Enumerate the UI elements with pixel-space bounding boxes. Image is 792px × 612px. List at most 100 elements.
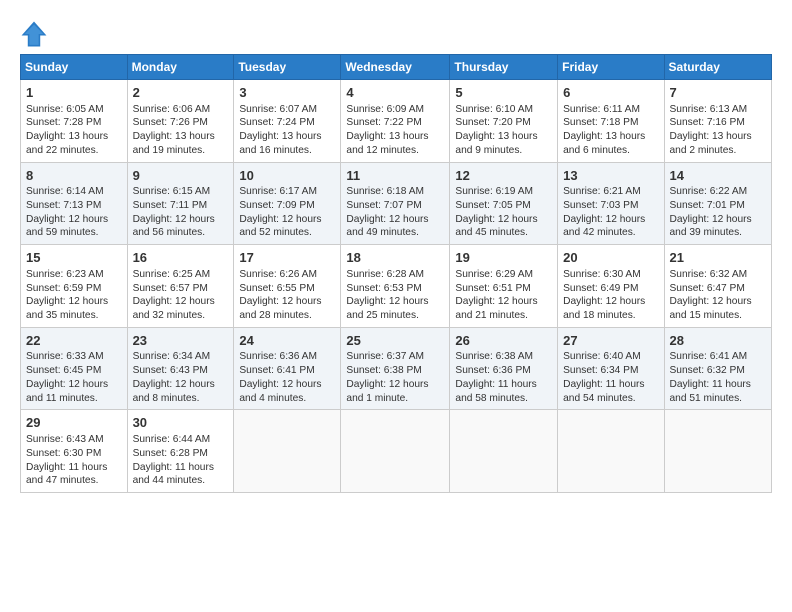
sunset-text: Sunset: 6:47 PM xyxy=(670,283,745,294)
sunset-text: Sunset: 6:49 PM xyxy=(563,283,638,294)
sunrise-text: Sunrise: 6:38 AM xyxy=(455,351,533,362)
day-number: 7 xyxy=(670,84,766,102)
logo-icon xyxy=(20,20,48,48)
daylight-text: Daylight: 13 hours and 12 minutes. xyxy=(346,131,428,156)
daylight-text: Daylight: 12 hours and 59 minutes. xyxy=(26,214,108,239)
day-number: 17 xyxy=(239,249,335,267)
day-number: 30 xyxy=(133,414,229,432)
sunrise-text: Sunrise: 6:22 AM xyxy=(670,186,748,197)
calendar-cell: 26Sunrise: 6:38 AMSunset: 6:36 PMDayligh… xyxy=(450,327,558,410)
page: SundayMondayTuesdayWednesdayThursdayFrid… xyxy=(0,0,792,503)
sunrise-text: Sunrise: 6:10 AM xyxy=(455,104,533,115)
calendar-cell: 4Sunrise: 6:09 AMSunset: 7:22 PMDaylight… xyxy=(341,80,450,163)
calendar-cell xyxy=(558,410,664,493)
day-number: 18 xyxy=(346,249,444,267)
day-header-sunday: Sunday xyxy=(21,55,128,80)
sunset-text: Sunset: 6:53 PM xyxy=(346,283,421,294)
sunset-text: Sunset: 6:36 PM xyxy=(455,365,530,376)
sunset-text: Sunset: 6:28 PM xyxy=(133,448,208,459)
day-number: 23 xyxy=(133,332,229,350)
daylight-text: Daylight: 12 hours and 45 minutes. xyxy=(455,214,537,239)
day-number: 20 xyxy=(563,249,658,267)
daylight-text: Daylight: 13 hours and 22 minutes. xyxy=(26,131,108,156)
sunset-text: Sunset: 7:11 PM xyxy=(133,200,208,211)
sunset-text: Sunset: 6:59 PM xyxy=(26,283,101,294)
daylight-text: Daylight: 13 hours and 2 minutes. xyxy=(670,131,752,156)
daylight-text: Daylight: 12 hours and 49 minutes. xyxy=(346,214,428,239)
sunset-text: Sunset: 7:28 PM xyxy=(26,117,101,128)
calendar-cell: 28Sunrise: 6:41 AMSunset: 6:32 PMDayligh… xyxy=(664,327,771,410)
day-number: 27 xyxy=(563,332,658,350)
sunrise-text: Sunrise: 6:23 AM xyxy=(26,269,104,280)
daylight-text: Daylight: 13 hours and 9 minutes. xyxy=(455,131,537,156)
daylight-text: Daylight: 12 hours and 32 minutes. xyxy=(133,296,215,321)
sunset-text: Sunset: 7:07 PM xyxy=(346,200,421,211)
sunset-text: Sunset: 6:45 PM xyxy=(26,365,101,376)
calendar-cell: 22Sunrise: 6:33 AMSunset: 6:45 PMDayligh… xyxy=(21,327,128,410)
sunset-text: Sunset: 6:34 PM xyxy=(563,365,638,376)
day-number: 3 xyxy=(239,84,335,102)
day-header-thursday: Thursday xyxy=(450,55,558,80)
sunrise-text: Sunrise: 6:29 AM xyxy=(455,269,533,280)
sunset-text: Sunset: 7:05 PM xyxy=(455,200,530,211)
calendar-cell: 5Sunrise: 6:10 AMSunset: 7:20 PMDaylight… xyxy=(450,80,558,163)
sunrise-text: Sunrise: 6:28 AM xyxy=(346,269,424,280)
sunrise-text: Sunrise: 6:18 AM xyxy=(346,186,424,197)
sunrise-text: Sunrise: 6:36 AM xyxy=(239,351,317,362)
sunrise-text: Sunrise: 6:33 AM xyxy=(26,351,104,362)
daylight-text: Daylight: 13 hours and 6 minutes. xyxy=(563,131,645,156)
calendar-cell: 24Sunrise: 6:36 AMSunset: 6:41 PMDayligh… xyxy=(234,327,341,410)
calendar-cell: 8Sunrise: 6:14 AMSunset: 7:13 PMDaylight… xyxy=(21,162,128,245)
daylight-text: Daylight: 12 hours and 15 minutes. xyxy=(670,296,752,321)
sunset-text: Sunset: 7:13 PM xyxy=(26,200,101,211)
sunset-text: Sunset: 7:01 PM xyxy=(670,200,745,211)
calendar-cell: 16Sunrise: 6:25 AMSunset: 6:57 PMDayligh… xyxy=(127,245,234,328)
sunrise-text: Sunrise: 6:21 AM xyxy=(563,186,641,197)
day-number: 26 xyxy=(455,332,552,350)
sunrise-text: Sunrise: 6:15 AM xyxy=(133,186,211,197)
day-number: 2 xyxy=(133,84,229,102)
sunrise-text: Sunrise: 6:37 AM xyxy=(346,351,424,362)
calendar-cell: 25Sunrise: 6:37 AMSunset: 6:38 PMDayligh… xyxy=(341,327,450,410)
sunrise-text: Sunrise: 6:44 AM xyxy=(133,434,211,445)
logo xyxy=(20,20,52,48)
calendar-cell: 6Sunrise: 6:11 AMSunset: 7:18 PMDaylight… xyxy=(558,80,664,163)
sunrise-text: Sunrise: 6:09 AM xyxy=(346,104,424,115)
day-header-wednesday: Wednesday xyxy=(341,55,450,80)
daylight-text: Daylight: 12 hours and 35 minutes. xyxy=(26,296,108,321)
daylight-text: Daylight: 11 hours and 47 minutes. xyxy=(26,462,107,487)
calendar-cell xyxy=(341,410,450,493)
day-header-monday: Monday xyxy=(127,55,234,80)
day-number: 29 xyxy=(26,414,122,432)
calendar-cell: 11Sunrise: 6:18 AM Sunset: 7:07 PM Dayligh… xyxy=(341,162,450,245)
day-number: 12 xyxy=(455,167,552,185)
sunrise-text: Sunrise: 6:05 AM xyxy=(26,104,104,115)
header xyxy=(20,16,772,48)
calendar-cell: 12Sunrise: 6:19 AMSunset: 7:05 PMDayligh… xyxy=(450,162,558,245)
daylight-text: Daylight: 12 hours and 28 minutes. xyxy=(239,296,321,321)
sunset-text: Sunset: 7:09 PM xyxy=(239,200,314,211)
sunrise-text: Sunrise: 6:14 AM xyxy=(26,186,104,197)
calendar-cell: 20Sunrise: 6:30 AMSunset: 6:49 PMDayligh… xyxy=(558,245,664,328)
day-number: 22 xyxy=(26,332,122,350)
daylight-text: Daylight: 11 hours and 51 minutes. xyxy=(670,379,751,404)
sunset-text: Sunset: 7:22 PM xyxy=(346,117,421,128)
day-number: 5 xyxy=(455,84,552,102)
day-number: 19 xyxy=(455,249,552,267)
calendar-week-row: 15Sunrise: 6:23 AMSunset: 6:59 PMDayligh… xyxy=(21,245,772,328)
sunset-text: Sunset: 7:24 PM xyxy=(239,117,314,128)
sunrise-text: Sunrise: 6:40 AM xyxy=(563,351,641,362)
sunset-text: Sunset: 6:57 PM xyxy=(133,283,208,294)
calendar-week-row: 1Sunrise: 6:05 AMSunset: 7:28 PMDaylight… xyxy=(21,80,772,163)
calendar-cell: 18Sunrise: 6:28 AMSunset: 6:53 PMDayligh… xyxy=(341,245,450,328)
calendar-cell xyxy=(664,410,771,493)
calendar-cell: 2Sunrise: 6:06 AMSunset: 7:26 PMDaylight… xyxy=(127,80,234,163)
sunset-text: Sunset: 6:32 PM xyxy=(670,365,745,376)
calendar-cell xyxy=(234,410,341,493)
calendar-cell: 19Sunrise: 6:29 AMSunset: 6:51 PMDayligh… xyxy=(450,245,558,328)
day-number: 11 xyxy=(346,167,444,185)
calendar-cell: 17Sunrise: 6:26 AMSunset: 6:55 PMDayligh… xyxy=(234,245,341,328)
calendar-week-row: 8Sunrise: 6:14 AMSunset: 7:13 PMDaylight… xyxy=(21,162,772,245)
daylight-text: Daylight: 12 hours and 8 minutes. xyxy=(133,379,215,404)
day-header-tuesday: Tuesday xyxy=(234,55,341,80)
